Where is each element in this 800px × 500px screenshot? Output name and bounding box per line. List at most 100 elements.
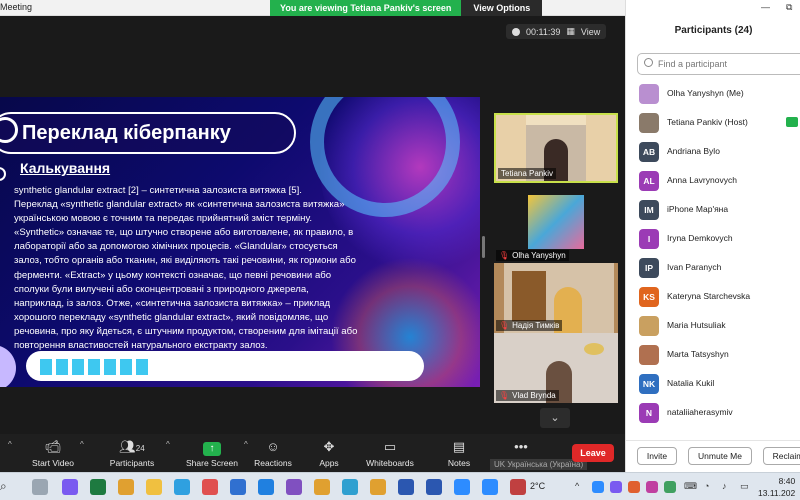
chrome-icon[interactable] (118, 479, 134, 495)
whiteboards-button[interactable]: ▭ Whiteboards (362, 438, 418, 468)
progress-segment (120, 359, 132, 375)
avatar: I (639, 229, 659, 249)
participant-row[interactable]: Tetiana Pankiv (Host) (626, 109, 800, 138)
tray-app-icon[interactable] (664, 481, 676, 493)
participant-name: Anna Lavrynovych (667, 175, 737, 185)
zoom-icon[interactable] (454, 479, 470, 495)
panel-splitter[interactable] (482, 236, 485, 258)
tray-zoom-icon[interactable] (592, 481, 604, 493)
weather-temp[interactable]: 2°C (530, 481, 545, 491)
video-tile[interactable]: Tetiana Pankiv (494, 113, 618, 183)
more-button[interactable]: ••• (506, 438, 536, 456)
chevron-up-icon[interactable]: ^ (244, 440, 248, 449)
chrome-icon[interactable] (314, 479, 330, 495)
mail-icon[interactable] (258, 479, 274, 495)
participant-name: Maria Hutsuliak (667, 320, 726, 330)
participant-row[interactable]: NK Natalia Kukil (626, 370, 800, 399)
avatar (639, 345, 659, 365)
tray-app-icon[interactable] (646, 481, 658, 493)
video-tile[interactable]: 🎙︎ Olha Yanyshyn (494, 193, 618, 263)
wifi-icon[interactable]: ◔ (704, 481, 709, 491)
video-tile[interactable]: 🎙︎ Vlad Brynda (494, 333, 618, 403)
edge-icon[interactable] (174, 479, 190, 495)
word-icon[interactable] (398, 479, 414, 495)
progress-segment (72, 359, 84, 375)
participant-row[interactable]: IM iPhone Мар'яна (626, 196, 800, 225)
participant-search-input[interactable]: Find a participant (637, 53, 800, 75)
participant-name: Natalia Kukil (667, 378, 715, 388)
slide-title-pill: Переклад кіберпанку (0, 112, 296, 154)
task-view-icon[interactable] (32, 479, 48, 495)
chevron-down-icon[interactable]: ⌄ (540, 408, 570, 428)
store-icon[interactable] (230, 479, 246, 495)
folder-icon[interactable] (146, 479, 162, 495)
tile-name: Tetiana Pankiv (501, 169, 554, 178)
system-clock[interactable]: 8:40 13.11.202 (758, 475, 795, 499)
zoom-icon[interactable] (482, 479, 498, 495)
invite-button[interactable]: Invite (637, 447, 677, 465)
more-dots-icon: ••• (514, 439, 528, 454)
participant-row[interactable]: AB Andriana Bylo (626, 138, 800, 167)
chevron-up-icon[interactable]: ^ (8, 440, 12, 449)
minimize-icon[interactable]: — (761, 2, 770, 12)
unmute-me-button[interactable]: Unmute Me (688, 447, 752, 465)
app-icon[interactable] (202, 479, 218, 495)
tray-app-icon[interactable] (610, 481, 622, 493)
participant-row[interactable]: KS Kateryna Starchevska (626, 283, 800, 312)
meeting-timer[interactable]: 00:11:39 ▦ View (506, 24, 607, 39)
slide-text-line: «Synthetic» означає те, що штучно створе… (14, 227, 354, 239)
apps-button[interactable]: ✥ Apps (312, 438, 346, 468)
notes-button[interactable]: ▤ Notes (442, 438, 476, 468)
chevron-up-icon[interactable]: ^ (80, 440, 84, 449)
apps-label: Apps (319, 458, 339, 468)
participant-row[interactable]: AL Anna Lavrynovych (626, 167, 800, 196)
participant-row[interactable]: Nnataliiaherasymiv (626, 399, 800, 428)
participant-row[interactable]: IP Ivan Paranych (626, 254, 800, 283)
reactions-button[interactable]: ☺ Reactions (252, 438, 294, 468)
avatar (639, 113, 659, 133)
chevron-up-icon[interactable]: ^ (575, 481, 579, 491)
avatar: N (639, 403, 659, 423)
meeting-toolbar: ^ 📹︎ Start Video ^ 👥︎24 Participants ^ ↑… (0, 434, 625, 472)
video-on-icon (786, 117, 798, 127)
viewing-banner: You are viewing Tetiana Pankiv's screen … (270, 0, 543, 16)
notes-label: Notes (447, 458, 471, 468)
volume-icon[interactable]: ♪ (722, 481, 727, 491)
participant-row[interactable]: Olha Yanyshyn (Me) (626, 80, 800, 109)
slide-text-line: сполуки були вилучені або сконцентровані… (14, 283, 309, 295)
restore-icon[interactable]: ⧉ (786, 2, 792, 13)
chrome-icon[interactable] (370, 479, 386, 495)
smiley-icon: ☺ (266, 439, 280, 454)
start-video-button[interactable]: 📹︎ Start Video (28, 438, 78, 468)
participants-title: Participants (24) (674, 25, 753, 36)
video-tile[interactable]: 🎙︎ Надія Тимків (494, 263, 618, 333)
edge-icon[interactable] (342, 479, 358, 495)
participant-list: Olha Yanyshyn (Me) Tetiana Pankiv (Host) A… (626, 80, 800, 435)
excel-icon[interactable] (90, 479, 106, 495)
language-icon[interactable]: ⌨ (684, 481, 697, 492)
search-icon[interactable]: ⌕ (0, 479, 7, 494)
share-screen-button[interactable]: ↑ Share Screen (184, 438, 240, 468)
tile-name-label: 🎙︎ Olha Yanyshyn (496, 250, 569, 261)
leave-button[interactable]: Leave (572, 444, 614, 462)
chevron-up-icon[interactable]: ^ (166, 440, 170, 449)
battery-icon[interactable]: ▭ (740, 481, 749, 492)
participant-row[interactable]: Marta Tatsyshyn (626, 341, 800, 370)
participant-row[interactable]: I Iryna Demkovych (626, 225, 800, 254)
copilot-icon[interactable] (62, 479, 78, 495)
app-icon[interactable] (510, 479, 526, 495)
participants-button[interactable]: 👥︎24 Participants (104, 438, 160, 468)
viewing-message: You are viewing Tetiana Pankiv's screen (270, 0, 462, 16)
slide-progress-bar (26, 351, 424, 381)
tile-name-label: 🎙︎ Надія Тимків (496, 320, 563, 331)
view-options-button[interactable]: View Options (461, 0, 543, 16)
participant-name: nataliiaherasymiv (667, 407, 733, 417)
tray-app-icon[interactable] (628, 481, 640, 493)
word-icon[interactable] (426, 479, 442, 495)
notes-icon: ▤ (452, 439, 466, 454)
avatar (639, 84, 659, 104)
participant-row[interactable]: Maria Hutsuliak (626, 312, 800, 341)
slide-text-line: речовина, про яку йдеться, є штучним про… (14, 325, 358, 337)
reclaim-host-button[interactable]: Reclaim (763, 447, 800, 465)
viber-icon[interactable] (286, 479, 302, 495)
